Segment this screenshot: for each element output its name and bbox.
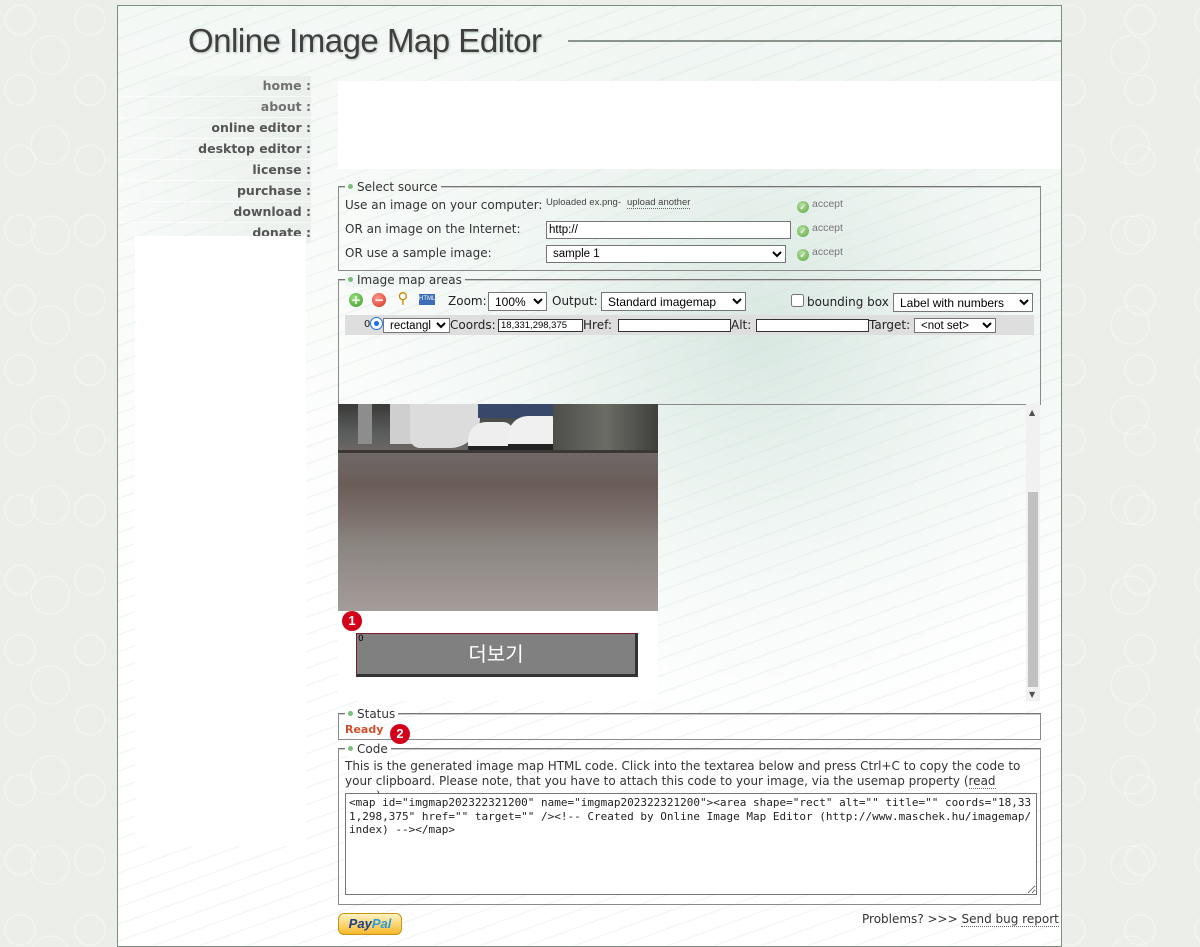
zoom-select[interactable]: 100% [488,292,547,311]
check-icon: ✓ [797,249,809,261]
sidebar-nav: home : about : online editor : desktop e… [118,76,311,244]
target-select[interactable]: <not set> [914,318,996,333]
bounding-box-label: bounding box [807,295,889,309]
area-number-label: 0 [358,634,364,644]
canvas-scrollbar[interactable]: ▲ ▼ [1026,404,1040,701]
upload-status: Uploaded ex.png- [546,197,621,208]
code-legend: Code [357,742,388,756]
paypal-button[interactable]: PayPal [338,913,402,935]
source-image[interactable] [338,404,658,611]
top-ad-slot [338,81,1061,169]
nav-desktop-editor[interactable]: desktop editor : [118,139,311,160]
accept-button-internet[interactable]: ✓ accept [797,222,843,237]
href-label: Href: [583,318,612,332]
status-legend: Status [357,707,396,721]
title-divider [568,40,1061,42]
nav-download[interactable]: download : [118,202,311,223]
image-canvas[interactable]: 1 더보기 0 [338,404,1038,701]
coords-label: Coords: [450,318,496,332]
check-icon: ✓ [797,225,809,237]
target-label: Target: [869,318,911,332]
internet-label: OR an image on the Internet: [345,222,521,236]
alt-label: Alt: [731,318,752,332]
accept-label: accept [812,222,843,234]
area-select-radio[interactable] [370,317,383,330]
more-button-area[interactable]: 더보기 [356,633,638,677]
preview-icon[interactable]: ⚲ [395,291,411,307]
check-icon: ✓ [797,201,809,213]
sidebar-ad-slot [135,236,306,846]
accept-label: accept [812,198,843,210]
accept-button-sample[interactable]: ✓ accept [797,246,843,261]
output-label: Output: [552,294,598,308]
area-row-0: 0 rectangle Coords: Href: Alt: Target: <… [345,315,1034,335]
internet-url-input[interactable] [546,221,791,239]
label-mode-select[interactable]: Label with numbers [893,293,1033,312]
coords-input[interactable] [498,319,583,332]
page-container: Online Image Map Editor home : about : o… [117,5,1062,947]
sample-select[interactable]: sample 1 [546,245,786,263]
image-map-areas-panel: Image map areas + − ⚲ HTML Zoom: 100% Ou… [338,273,1041,405]
page-title: Online Image Map Editor [188,22,542,59]
scroll-down-icon[interactable]: ▼ [1029,690,1035,699]
legend-dot-icon [348,277,353,282]
output-select[interactable]: Standard imagemap [601,292,746,311]
accept-label: accept [812,246,843,258]
annotation-badge-1: 1 [342,611,362,631]
nav-license[interactable]: license : [118,160,311,181]
status-panel: Status Ready [338,707,1041,740]
bug-report-line: Problems? >>> Send bug report [862,912,1059,927]
accept-button-computer[interactable]: ✓ accept [797,198,843,213]
scroll-thumb[interactable] [1028,492,1038,687]
nav-purchase[interactable]: purchase : [118,181,311,202]
legend-dot-icon [348,711,353,716]
scroll-up-icon[interactable]: ▲ [1029,408,1035,417]
remove-icon[interactable]: − [372,293,386,307]
area-shape-select[interactable]: rectangle [383,318,450,333]
nav-home[interactable]: home : [118,76,311,97]
legend-dot-icon [348,746,353,751]
bounding-box-checkbox[interactable] [791,294,804,307]
upload-another-link[interactable]: upload another [627,197,691,209]
alt-input[interactable] [756,319,869,332]
code-textarea[interactable]: <map id="imgmap202322321200" name="imgma… [345,793,1037,895]
status-text: Ready [345,723,384,736]
html-icon[interactable]: HTML [419,294,435,305]
add-icon[interactable]: + [349,293,363,307]
sample-label: OR use a sample image: [345,246,492,260]
legend-dot-icon [348,184,353,189]
href-input[interactable] [618,319,731,332]
send-bug-report-link[interactable]: Send bug report [961,912,1059,927]
zoom-label: Zoom: [448,294,487,308]
nav-about[interactable]: about : [118,97,311,118]
select-source-legend: Select source [357,180,438,194]
computer-label: Use an image on your computer: [345,198,543,212]
nav-online-editor[interactable]: online editor : [118,118,311,139]
annotation-badge-2: 2 [390,724,410,744]
areas-legend: Image map areas [357,273,462,287]
select-source-panel: Select source Use an image on your compu… [338,180,1041,271]
